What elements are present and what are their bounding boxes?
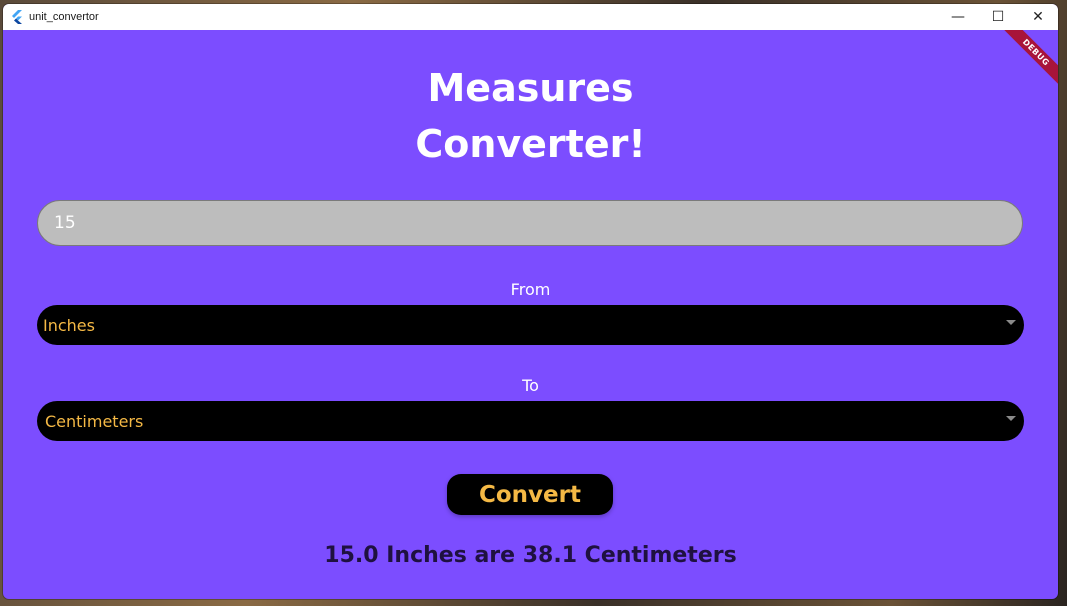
result-text: 15.0 Inches are 38.1 Centimeters [324,543,737,568]
page-title-line-2: Converter! [415,122,646,166]
app-window: unit_convertor — ☐ ✕ DEBUG Measures Conv… [3,4,1058,599]
to-label: To [522,376,539,395]
minimize-button[interactable]: — [938,4,978,30]
flutter-logo-icon [10,10,24,24]
title-bar[interactable]: unit_convertor — ☐ ✕ [3,4,1058,30]
page-title: Measures Converter! [3,60,1058,172]
window-title: unit_convertor [29,11,99,23]
window-controls: — ☐ ✕ [938,4,1058,30]
from-label: From [510,280,551,299]
to-unit-value: Centimeters [45,411,144,431]
app-content: DEBUG Measures Converter! From Inches To… [3,30,1058,599]
close-button[interactable]: ✕ [1018,4,1058,30]
from-unit-value: Inches [43,315,95,335]
page-title-line-1: Measures [427,66,634,110]
dropdown-arrow-icon [1006,320,1016,325]
convert-button[interactable]: Convert [447,474,613,515]
maximize-button[interactable]: ☐ [978,4,1018,30]
from-unit-dropdown[interactable]: Inches [37,305,1024,345]
dropdown-arrow-icon [1006,416,1016,421]
value-input[interactable] [37,200,1023,246]
to-unit-dropdown[interactable]: Centimeters [37,401,1024,441]
